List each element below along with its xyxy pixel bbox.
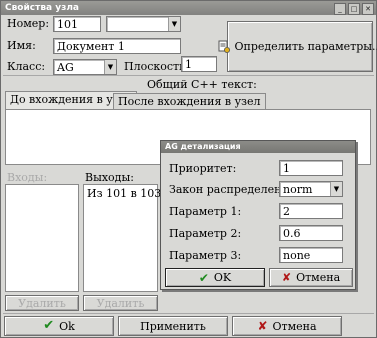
chevron-down-icon[interactable]: ▼	[168, 17, 180, 31]
name-label: Имя:	[7, 39, 36, 52]
maximize-icon[interactable]: □	[348, 3, 360, 15]
minimize-icon[interactable]: _	[334, 3, 346, 15]
number-combo[interactable]: ▼	[106, 16, 181, 32]
inputs-list[interactable]	[5, 184, 79, 292]
param1-label: Параметр 1:	[169, 205, 242, 218]
define-parameters-button[interactable]: Определить параметры...	[218, 21, 377, 72]
check-icon: ✔	[43, 318, 55, 333]
number-input[interactable]: 101	[53, 16, 101, 32]
window-title: Свойства узла	[5, 3, 80, 13]
tab-after-entry[interactable]: После вхождения в узел	[113, 93, 266, 109]
param2-label: Параметр 2:	[169, 227, 242, 240]
chevron-down-icon[interactable]: ▼	[330, 182, 342, 196]
cancel-label: Отмена	[272, 319, 317, 333]
delete-output-label: Удалить	[96, 296, 145, 310]
cancel-button[interactable]: ✘ Отмена	[232, 316, 342, 336]
list-item[interactable]: Из 101 в 103	[87, 187, 161, 201]
cancel-x-icon: ✘	[281, 270, 292, 284]
cancel-x-icon: ✘	[257, 319, 268, 333]
param3-input[interactable]: none	[279, 247, 343, 263]
close-icon[interactable]: ✕	[362, 3, 374, 15]
plane-input[interactable]: 1	[181, 56, 217, 72]
document-gear-icon	[218, 40, 230, 53]
dialog-ok-label: OK	[213, 271, 232, 284]
apply-label: Применить	[140, 319, 206, 333]
dialog-cancel-button[interactable]: ✘ Отмена	[269, 268, 353, 287]
dialog-title: AG детализация	[165, 142, 241, 151]
param3-label: Параметр 3:	[169, 249, 242, 262]
define-parameters-label: Определить параметры...	[234, 40, 377, 53]
chevron-down-icon[interactable]: ▼	[104, 60, 116, 74]
dialog-ok-button[interactable]: ✔ OK	[165, 268, 265, 287]
number-label: Номер:	[7, 17, 50, 30]
priority-label: Приоритет:	[169, 162, 237, 175]
title-bar[interactable]: Свойства узла _ □ ✕	[1, 1, 376, 15]
class-combo-value: AG	[57, 61, 74, 74]
outputs-list[interactable]: Из 101 в 103	[83, 184, 161, 292]
outputs-label: Выходы:	[85, 171, 134, 184]
param2-input[interactable]: 0.6	[279, 225, 343, 241]
class-label: Класс:	[7, 60, 46, 73]
ok-button[interactable]: ✔ Ok	[4, 316, 114, 336]
dialog-title-bar[interactable]: AG детализация	[161, 141, 355, 153]
inputs-label: Входы:	[7, 171, 48, 184]
name-input[interactable]: Документ 1	[53, 38, 181, 54]
dialog-cancel-label: Отмена	[296, 271, 341, 284]
delete-input-label: Удалить	[18, 296, 66, 310]
ok-label: Ok	[59, 319, 75, 333]
delete-output-button: Удалить	[83, 295, 158, 311]
param1-input[interactable]: 2	[279, 203, 343, 219]
ag-detail-dialog: AG детализация Приоритет: 1 Закон распре…	[160, 140, 356, 290]
distribution-combo[interactable]: norm ▼	[279, 181, 343, 197]
apply-button[interactable]: Применить	[118, 316, 228, 336]
priority-input[interactable]: 1	[279, 160, 343, 176]
cpp-header: Общий С++ текст:	[147, 78, 257, 91]
class-combo[interactable]: AG ▼	[53, 59, 117, 75]
check-icon: ✔	[198, 270, 209, 285]
delete-input-button: Удалить	[5, 295, 79, 311]
distribution-value: norm	[283, 183, 313, 196]
plane-label: Плоскость:	[124, 60, 189, 73]
